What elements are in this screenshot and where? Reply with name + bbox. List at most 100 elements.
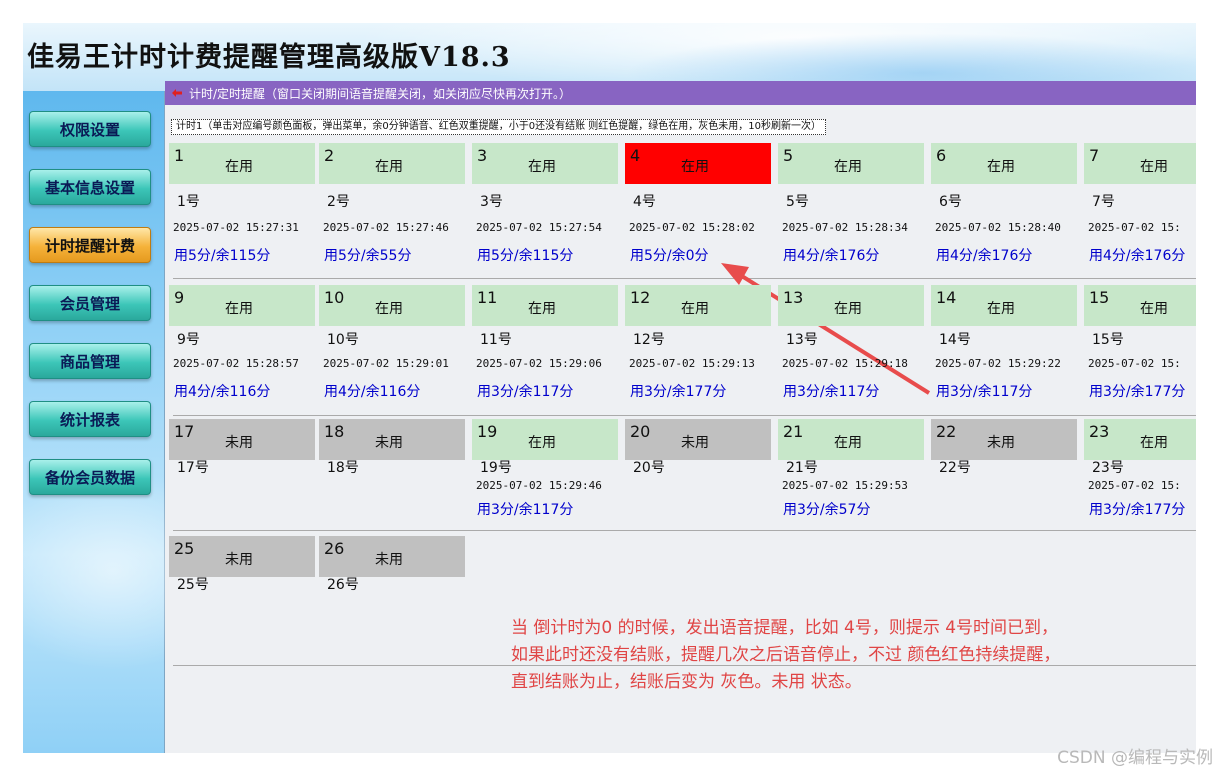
station-start-time: 2025-07-02 15:: [1088, 221, 1181, 234]
station-state: 在用: [834, 159, 862, 175]
station-usage: 用3分/余117分: [477, 502, 574, 518]
sidebar: 权限设置 基本信息设置 计时提醒计费 会员管理 商品管理 统计报表 备份会员数据: [23, 91, 243, 753]
station-card[interactable]: 2 在用 2号 2025-07-02 15:27:46 用5分/余55分: [319, 143, 465, 273]
station-number: 9: [174, 288, 185, 307]
station-card[interactable]: 19 在用 19号 2025-07-02 15:29:46 用3分/余117分: [472, 419, 618, 549]
station-tile[interactable]: 1 在用: [169, 143, 315, 184]
sidebar-item-members[interactable]: 会员管理: [29, 285, 151, 321]
station-state: 未用: [225, 552, 253, 568]
station-tile[interactable]: 21 在用: [778, 419, 924, 460]
station-card[interactable]: 22 未用 22号: [931, 419, 1077, 549]
station-state: 在用: [1140, 435, 1168, 451]
station-number: 20: [630, 422, 651, 441]
sidebar-item-timer-billing[interactable]: 计时提醒计费: [29, 227, 151, 263]
station-card[interactable]: 23 在用 23号 2025-07-02 15: 用3分/余177分: [1084, 419, 1196, 549]
station-name: 1号: [177, 194, 200, 210]
station-tile[interactable]: 12 在用: [625, 285, 771, 326]
sidebar-item-products[interactable]: 商品管理: [29, 343, 151, 379]
station-number: 15: [1089, 288, 1110, 307]
sidebar-item-basic-info[interactable]: 基本信息设置: [29, 169, 151, 205]
sidebar-item-permissions[interactable]: 权限设置: [29, 111, 151, 147]
station-usage: 用4分/余116分: [324, 384, 421, 400]
station-name: 23号: [1092, 460, 1124, 476]
station-start-time: 2025-07-02 15:: [1088, 357, 1181, 370]
station-tile[interactable]: 3 在用: [472, 143, 618, 184]
station-number: 19: [477, 422, 498, 441]
station-card[interactable]: 6 在用 6号 2025-07-02 15:28:40 用4分/余176分: [931, 143, 1077, 273]
station-usage: 用4分/余176分: [1089, 248, 1186, 264]
station-start-time: 2025-07-02 15:29:18: [782, 357, 908, 370]
station-card[interactable]: 1 在用 1号 2025-07-02 15:27:31 用5分/余115分: [169, 143, 315, 273]
station-state: 未用: [375, 552, 403, 568]
station-number: 4: [630, 146, 641, 165]
station-start-time: 2025-07-02 15:28:40: [935, 221, 1061, 234]
window-app-icon: [169, 85, 185, 101]
station-tile[interactable]: 19 在用: [472, 419, 618, 460]
station-card[interactable]: 25 未用 25号: [169, 536, 315, 666]
station-tile[interactable]: 9 在用: [169, 285, 315, 326]
station-card[interactable]: 26 未用 26号: [319, 536, 465, 666]
station-tile[interactable]: 23 在用: [1084, 419, 1196, 460]
station-card[interactable]: 15 在用 15号 2025-07-02 15: 用3分/余177分: [1084, 285, 1196, 415]
station-name: 22号: [939, 460, 971, 476]
station-number: 2: [324, 146, 335, 165]
station-start-time: 2025-07-02 15:: [1088, 479, 1181, 492]
annotation-line: 如果此时还没有结账，提醒几次之后语音停止，不过 颜色红色持续提醒，: [511, 645, 1061, 665]
station-tile[interactable]: 14 在用: [931, 285, 1077, 326]
sidebar-item-backup[interactable]: 备份会员数据: [29, 459, 151, 495]
station-tile[interactable]: 17 未用: [169, 419, 315, 460]
sidebar-item-reports[interactable]: 统计报表: [29, 401, 151, 437]
station-card[interactable]: 3 在用 3号 2025-07-02 15:27:54 用5分/余115分: [472, 143, 618, 273]
annotation-line: 直到结账为止，结账后变为 灰色。未用 状态。: [511, 672, 862, 692]
station-card[interactable]: 20 未用 20号: [625, 419, 771, 549]
station-tile[interactable]: 7 在用: [1084, 143, 1196, 184]
station-name: 25号: [177, 577, 209, 593]
row-divider: [173, 278, 1196, 279]
station-card[interactable]: 7 在用 7号 2025-07-02 15: 用4分/余176分: [1084, 143, 1196, 273]
station-tile[interactable]: 6 在用: [931, 143, 1077, 184]
window-titlebar: 计时/定时提醒（窗口关闭期间语音提醒关闭，如关闭应尽快再次打开。）: [165, 81, 1196, 105]
station-number: 3: [477, 146, 488, 165]
station-start-time: 2025-07-02 15:29:06: [476, 357, 602, 370]
station-card[interactable]: 21 在用 21号 2025-07-02 15:29:53 用3分/余57分: [778, 419, 924, 549]
station-tile[interactable]: 20 未用: [625, 419, 771, 460]
station-number: 5: [783, 146, 794, 165]
station-usage: 用3分/余117分: [477, 384, 574, 400]
row-divider: [173, 415, 1196, 416]
station-card[interactable]: 13 在用 13号 2025-07-02 15:29:18 用3分/余117分: [778, 285, 924, 415]
station-card[interactable]: 11 在用 11号 2025-07-02 15:29:06 用3分/余117分: [472, 285, 618, 415]
station-card[interactable]: 10 在用 10号 2025-07-02 15:29:01 用4分/余116分: [319, 285, 465, 415]
station-state: 在用: [528, 435, 556, 451]
station-tile[interactable]: 2 在用: [319, 143, 465, 184]
station-tile[interactable]: 25 未用: [169, 536, 315, 577]
station-tile[interactable]: 10 在用: [319, 285, 465, 326]
station-name: 21号: [786, 460, 818, 476]
station-number: 21: [783, 422, 804, 441]
app-title: 佳易王计时计费提醒管理高级版V18.3: [27, 42, 511, 73]
station-tile[interactable]: 22 未用: [931, 419, 1077, 460]
station-start-time: 2025-07-02 15:27:31: [173, 221, 299, 234]
station-name: 5号: [786, 194, 809, 210]
station-start-time: 2025-07-02 15:27:46: [323, 221, 449, 234]
station-name: 4号: [633, 194, 656, 210]
station-tile[interactable]: 26 未用: [319, 536, 465, 577]
station-state: 在用: [681, 159, 709, 175]
station-tile[interactable]: 15 在用: [1084, 285, 1196, 326]
station-name: 18号: [327, 460, 359, 476]
station-state: 未用: [987, 435, 1015, 451]
station-tile[interactable]: 18 未用: [319, 419, 465, 460]
station-card[interactable]: 14 在用 14号 2025-07-02 15:29:22 用3分/余117分: [931, 285, 1077, 415]
station-usage: 用3分/余177分: [1089, 384, 1186, 400]
station-tile[interactable]: 13 在用: [778, 285, 924, 326]
station-tile[interactable]: 5 在用: [778, 143, 924, 184]
station-card[interactable]: 4 在用 4号 2025-07-02 15:28:02 用5分/余0分: [625, 143, 771, 273]
station-card[interactable]: 17 未用 17号: [169, 419, 315, 549]
station-state: 在用: [834, 301, 862, 317]
station-card[interactable]: 18 未用 18号: [319, 419, 465, 549]
station-card[interactable]: 12 在用 12号 2025-07-02 15:29:13 用3分/余177分: [625, 285, 771, 415]
station-card[interactable]: 5 在用 5号 2025-07-02 15:28:34 用4分/余176分: [778, 143, 924, 273]
station-tile[interactable]: 11 在用: [472, 285, 618, 326]
station-tile[interactable]: 4 在用: [625, 143, 771, 184]
station-card[interactable]: 9 在用 9号 2025-07-02 15:28:57 用4分/余116分: [169, 285, 315, 415]
station-number: 7: [1089, 146, 1100, 165]
